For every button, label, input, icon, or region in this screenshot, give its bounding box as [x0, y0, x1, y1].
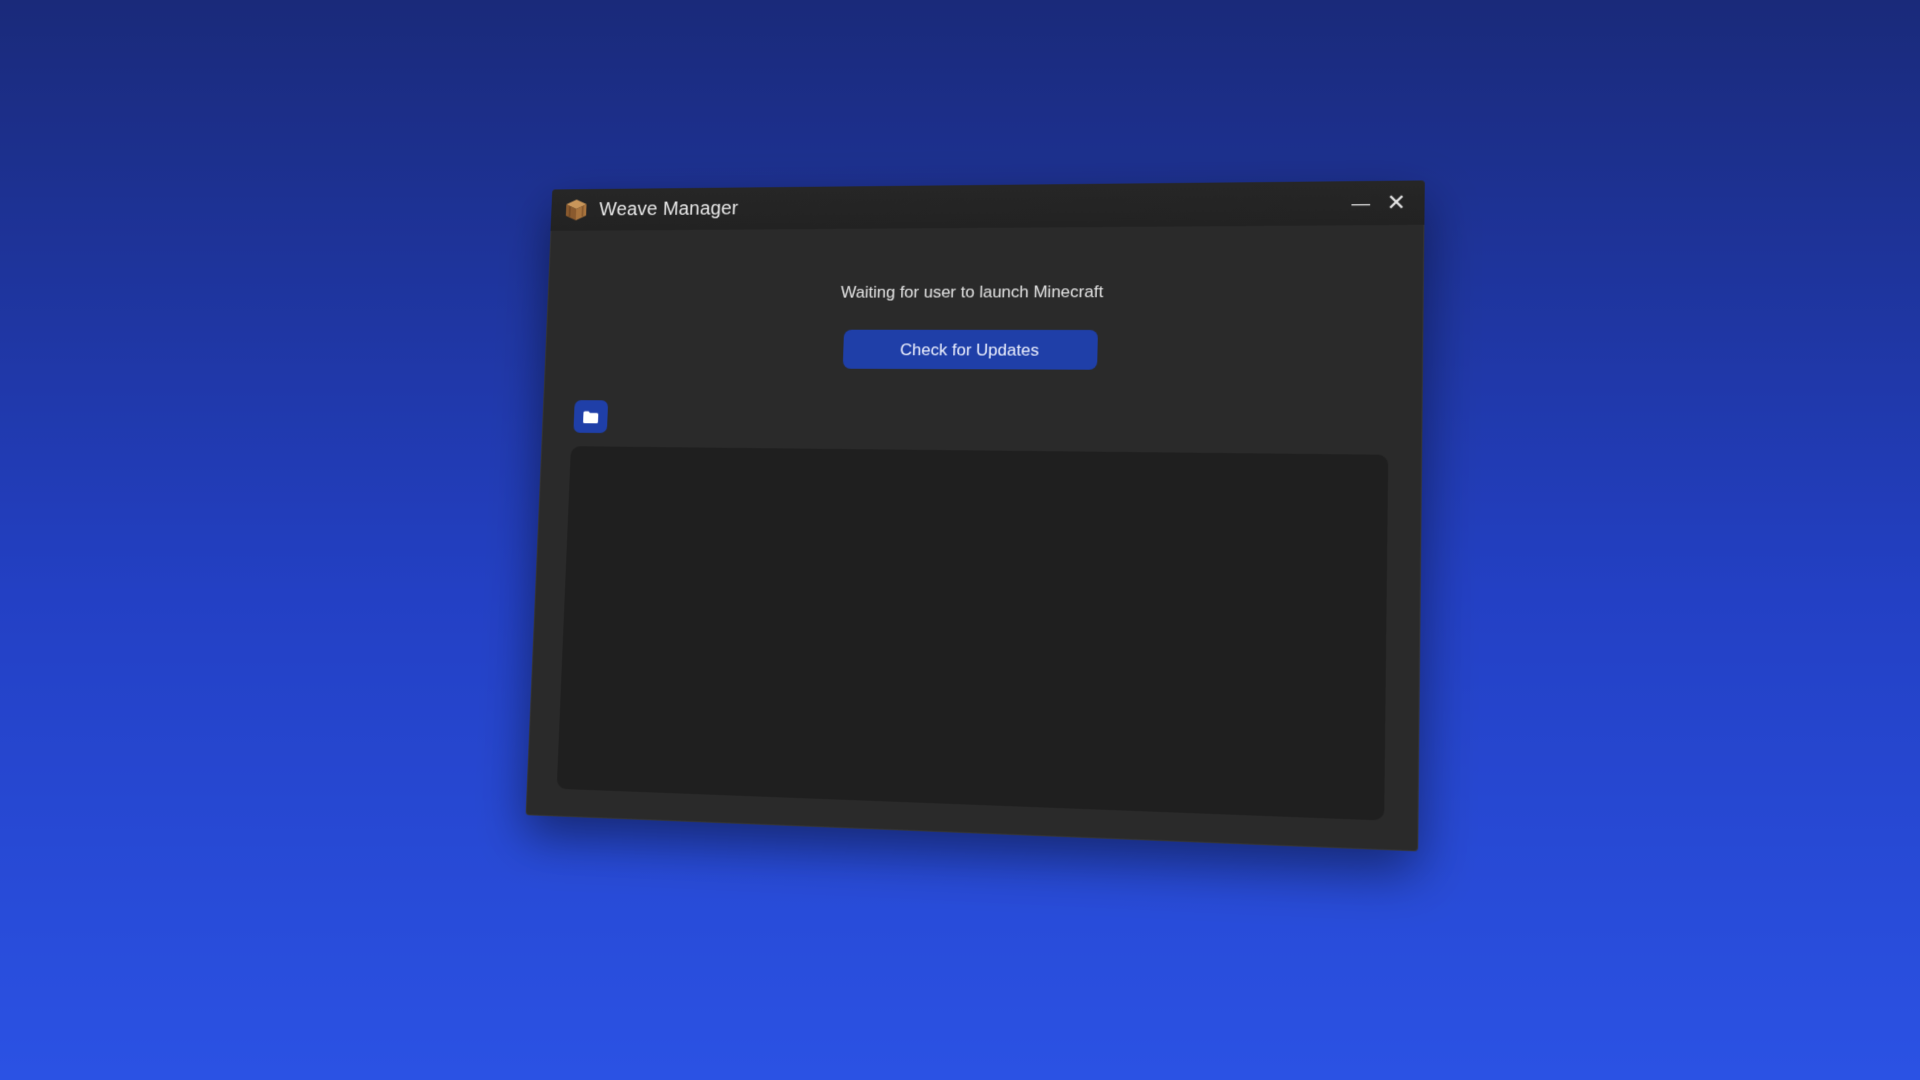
close-button[interactable]: ✕	[1380, 189, 1412, 217]
status-text: Waiting for user to launch Minecraft	[840, 282, 1104, 302]
minimize-button[interactable]: —	[1345, 189, 1377, 217]
mods-list-panel	[556, 446, 1389, 821]
desktop-background: Weave Manager — ✕ Waiting for user to la…	[0, 0, 1920, 1080]
window-title: Weave Manager	[598, 198, 739, 221]
weave-manager-window: Weave Manager — ✕ Waiting for user to la…	[525, 180, 1425, 852]
folder-icon	[583, 410, 599, 423]
title-bar[interactable]: Weave Manager — ✕	[550, 180, 1425, 231]
check-for-updates-button[interactable]: Check for Updates	[842, 329, 1098, 370]
crafting-table-icon	[565, 199, 587, 221]
open-folder-button[interactable]	[573, 400, 609, 434]
